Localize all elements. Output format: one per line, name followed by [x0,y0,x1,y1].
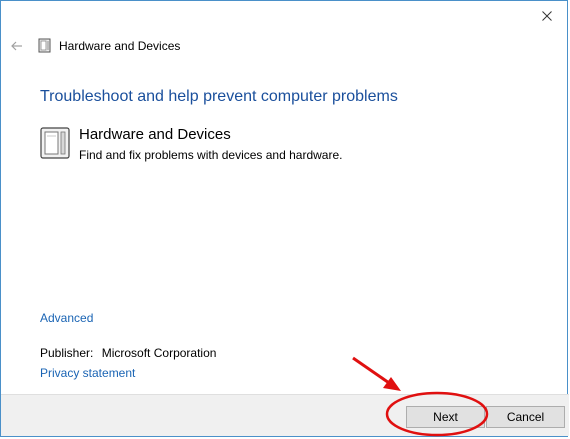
page-heading: Troubleshoot and help prevent computer p… [40,88,398,105]
publisher-value: Microsoft Corporation [101,346,217,360]
cancel-button[interactable]: Cancel [486,406,565,428]
back-button[interactable] [7,37,27,55]
footer-bar: Next Cancel [1,394,569,436]
troubleshooter-window: Hardware and Devices Troubleshoot and he… [0,0,569,437]
window-title: Hardware and Devices [59,39,181,53]
hardware-device-icon [38,38,51,53]
troubleshooter-name: Hardware and Devices [79,126,231,143]
publisher-info: Publisher: Microsoft Corporation [40,346,216,360]
publisher-label: Publisher: [40,346,94,360]
close-button[interactable] [535,5,559,27]
privacy-statement-link[interactable]: Privacy statement [40,366,135,380]
troubleshooter-description: Find and fix problems with devices and h… [79,148,343,162]
back-arrow-icon [11,41,22,51]
advanced-link[interactable]: Advanced [40,311,93,325]
close-icon [542,11,552,21]
hardware-device-icon [40,127,70,159]
next-button[interactable]: Next [406,406,485,428]
